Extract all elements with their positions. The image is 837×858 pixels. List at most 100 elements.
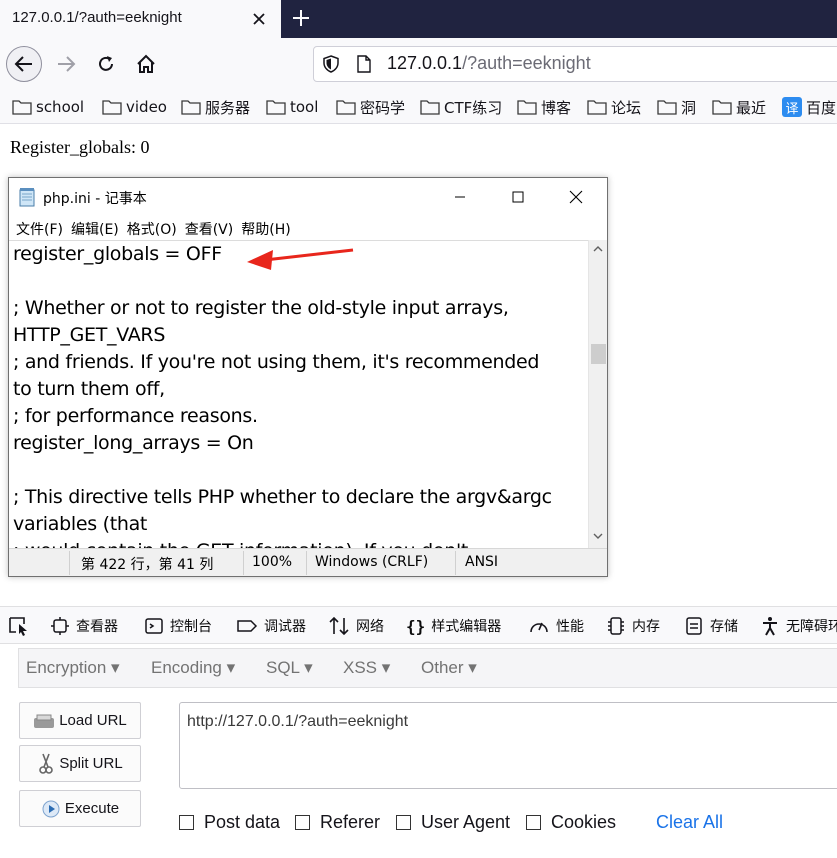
status-separator xyxy=(455,551,456,575)
browser-tab[interactable]: 127.0.0.1/?auth=eeknight xyxy=(0,0,281,38)
menu-encryption[interactable]: Encryption ▾ xyxy=(26,658,120,678)
bookmark-label: tool xyxy=(290,98,319,116)
url-bar[interactable]: 127.0.0.1/?auth=eeknight xyxy=(313,46,837,82)
menu-edit[interactable]: 编辑(E) xyxy=(71,216,119,240)
bookmark-folder-tool[interactable]: tool xyxy=(266,97,318,117)
accessibility-icon xyxy=(763,617,777,636)
menu-other[interactable]: Other ▾ xyxy=(421,658,477,678)
devtools-tab-performance[interactable]: 性能 xyxy=(528,616,584,636)
bookmark-label: 博客 xyxy=(541,98,572,117)
bookmark-folder-hole[interactable]: 洞 xyxy=(657,97,696,117)
menu-file[interactable]: 文件(F) xyxy=(16,216,63,240)
menu-label: Other xyxy=(421,658,464,677)
checkbox-box[interactable] xyxy=(526,815,541,830)
post-data-checkbox[interactable]: Post data xyxy=(179,812,280,833)
scroll-down-icon[interactable] xyxy=(593,532,603,540)
text-line: to turn them off, xyxy=(13,378,165,400)
window-close-button[interactable] xyxy=(553,182,599,212)
bookmark-folder-blog[interactable]: 博客 xyxy=(517,97,571,117)
tab-title: 127.0.0.1/?auth=eeknight xyxy=(12,9,182,26)
status-separator xyxy=(243,551,244,575)
devtools-toolbar: 查看器 控制台 调试器 网络 {} 样式编辑器 性能 内存 存储 无障碍环境 xyxy=(0,606,837,644)
devtools-tab-storage[interactable]: 存储 xyxy=(684,616,738,636)
page-icon[interactable] xyxy=(356,55,372,73)
bookmark-folder-recent[interactable]: 最近 xyxy=(712,97,766,117)
folder-icon xyxy=(712,100,732,115)
devtools-tab-inspector[interactable]: 查看器 xyxy=(50,616,118,636)
scrollbar-thumb[interactable] xyxy=(591,344,606,364)
checkbox-box[interactable] xyxy=(396,815,411,830)
bookmark-folder-crypto[interactable]: 密码学 xyxy=(336,97,405,117)
execute-button[interactable]: Execute xyxy=(19,790,141,827)
bookmark-folder-ctf[interactable]: CTF练习 xyxy=(420,97,502,117)
split-url-button[interactable]: Split URL xyxy=(19,745,141,782)
devtools-tab-debugger[interactable]: 调试器 xyxy=(236,616,306,636)
bookmark-folder-video[interactable]: video xyxy=(102,97,167,117)
menu-encoding[interactable]: Encoding ▾ xyxy=(151,658,235,678)
devtools-tab-console[interactable]: 控制台 xyxy=(144,616,212,636)
url-textarea-value: http://127.0.0.1/?auth=eeknight xyxy=(187,713,409,730)
folder-icon xyxy=(336,100,356,115)
bookmark-folder-school[interactable]: school xyxy=(12,97,84,117)
red-arrow-annotation xyxy=(247,248,354,270)
menu-view[interactable]: 查看(V) xyxy=(185,216,234,240)
user-agent-checkbox[interactable]: User Agent xyxy=(396,812,510,833)
bookmark-folder-server[interactable]: 服务器 xyxy=(181,97,250,117)
reload-icon xyxy=(99,56,113,71)
network-icon xyxy=(329,616,349,636)
home-button[interactable] xyxy=(128,46,164,82)
checkbox-box[interactable] xyxy=(295,815,310,830)
close-icon[interactable] xyxy=(248,8,270,30)
forward-button[interactable] xyxy=(48,46,84,82)
menu-format[interactable]: 格式(O) xyxy=(127,216,177,240)
vertical-scrollbar[interactable] xyxy=(588,240,607,548)
text-line: ; This directive tells PHP whether to de… xyxy=(13,486,552,508)
tab-label: 样式编辑器 xyxy=(431,619,502,635)
scroll-up-icon[interactable] xyxy=(593,245,603,253)
performance-icon xyxy=(530,622,548,633)
text-line: HTTP_GET_VARS xyxy=(13,324,166,346)
bookmarks-toolbar: school video 服务器 tool 密码学 CTF练习 博客 论坛 洞 … xyxy=(0,90,837,124)
shield-icon[interactable] xyxy=(322,55,340,73)
bookmark-label: 服务器 xyxy=(205,98,251,117)
url-host: 127.0.0.1 xyxy=(387,53,463,73)
hackbar-menu-bar: Encryption ▾ Encoding ▾ SQL ▾ XSS ▾ Othe… xyxy=(18,648,837,688)
clear-all-link[interactable]: Clear All xyxy=(656,812,723,833)
notepad-menubar: 文件(F) 编辑(E) 格式(O) 查看(V) 帮助(H) xyxy=(9,216,607,240)
load-url-button[interactable]: Load URL xyxy=(19,702,141,739)
menu-label: SQL xyxy=(266,658,300,677)
folder-icon xyxy=(102,100,122,115)
menu-sql[interactable]: SQL ▾ xyxy=(266,658,313,678)
devtools-tab-memory[interactable]: 内存 xyxy=(606,616,660,636)
element-picker-icon[interactable] xyxy=(8,616,30,636)
console-icon xyxy=(145,618,163,634)
menu-help[interactable]: 帮助(H) xyxy=(241,216,290,240)
bookmark-folder-forum[interactable]: 论坛 xyxy=(587,97,641,117)
notepad-titlebar[interactable]: php.ini - 记事本 xyxy=(9,178,607,216)
url-textarea[interactable]: http://127.0.0.1/?auth=eeknight xyxy=(179,702,837,789)
back-button[interactable] xyxy=(6,46,42,82)
bookmark-baidu[interactable]: 译百度 xyxy=(782,97,836,117)
minimize-button[interactable] xyxy=(437,182,483,212)
menu-label: XSS xyxy=(343,658,378,677)
translate-icon: 译 xyxy=(782,97,802,117)
devtools-tab-network[interactable]: 网络 xyxy=(328,616,384,636)
folder-icon xyxy=(517,100,537,115)
devtools-tab-style-editor[interactable]: {} 样式编辑器 xyxy=(406,616,501,636)
bookmark-label: video xyxy=(126,98,167,116)
reload-button[interactable] xyxy=(88,46,124,82)
minimize-icon xyxy=(455,196,465,198)
menu-xss[interactable]: XSS ▾ xyxy=(343,658,390,678)
referer-checkbox[interactable]: Referer xyxy=(295,812,380,833)
new-tab-icon[interactable] xyxy=(290,7,312,29)
folder-icon xyxy=(181,100,201,115)
register-globals-text: Register_globals: 0 xyxy=(10,137,150,157)
bookmark-label: 论坛 xyxy=(611,98,642,117)
cookies-checkbox[interactable]: Cookies xyxy=(526,812,616,833)
bookmark-label: CTF练习 xyxy=(444,98,503,117)
checkbox-box[interactable] xyxy=(179,815,194,830)
notepad-text-area[interactable]: register_globals = OFF ; Whether or not … xyxy=(9,240,589,548)
status-separator xyxy=(306,551,307,575)
devtools-tab-accessibility[interactable]: 无障碍环境 xyxy=(760,616,837,636)
maximize-button[interactable] xyxy=(495,182,541,212)
